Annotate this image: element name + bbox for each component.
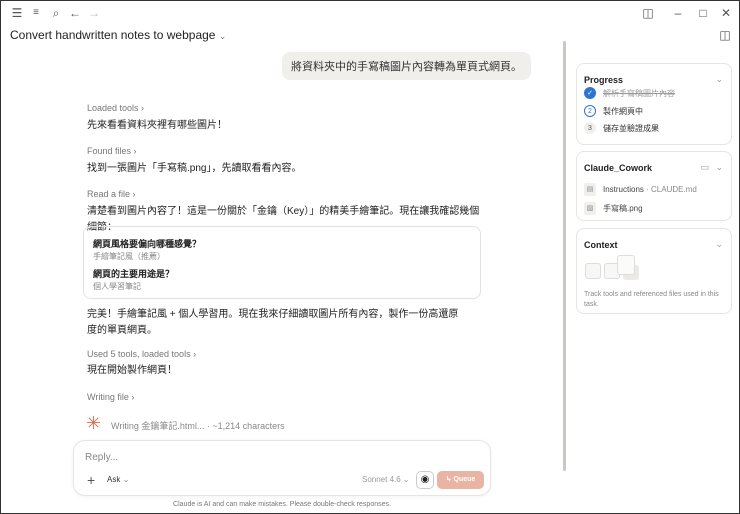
composer: Reply... + Ask ⌄ Sonnet 4.6 ⌄ ◉ ↳ Queue [73, 440, 491, 496]
writing-status: Writing 金鑰筆記.html... · ~1,214 characters [111, 421, 285, 431]
maximize-icon[interactable]: □ [696, 6, 710, 20]
folder-title: Claude_Cowork [584, 163, 653, 173]
chevron-down-icon[interactable]: ⌄ [715, 162, 723, 173]
step-label[interactable]: Loaded tools › [87, 103, 144, 113]
writing-chars: ~1,214 characters [212, 421, 285, 431]
step-number: 2 [584, 105, 596, 117]
step-label-text: Read a file [87, 189, 131, 199]
add-icon[interactable]: + [87, 472, 95, 488]
question: 網頁風格要偏向哪種感覺？ [93, 239, 202, 249]
step-label-text: Writing file [87, 392, 129, 402]
panel-toggle-icon[interactable]: ◫ [718, 28, 732, 42]
reply-input[interactable]: Reply... [85, 452, 118, 463]
back-icon[interactable]: ← [68, 6, 82, 20]
conversation-title[interactable]: Convert handwritten notes to webpage ⌄ [10, 28, 226, 42]
assistant-text: 完美！手繪筆記風 + 個人學習用。現在我來仔細讀取圖片所有內容，製作一份高還原度… [87, 309, 459, 336]
model-select[interactable]: Sonnet 4.6 ⌄ [362, 475, 410, 484]
context-card: Context ⌄ Track tools and referenced fil… [576, 228, 732, 314]
progress-title: Progress [584, 75, 624, 85]
answer: 手繪筆記風（推薦） [93, 252, 165, 261]
writing-file: Writing 金鑰筆記.html... [111, 421, 205, 431]
assistant-text: 現在開始製作網頁！ [87, 365, 177, 376]
menu-icon[interactable]: ☰ [10, 6, 24, 20]
model-label: Sonnet 4.6 [362, 475, 401, 484]
disclaimer: Claude is AI and can make mistakes. Plea… [173, 501, 391, 508]
queue-button[interactable]: ↳ Queue [437, 471, 484, 489]
mode-label: Ask [107, 475, 121, 484]
file-name: Instructions [603, 185, 644, 194]
step-label-text: Used 5 tools, loaded tools [87, 349, 191, 359]
chevron-down-icon: ⌄ [218, 31, 227, 41]
chevron-down-icon: ⌄ [122, 475, 130, 484]
user-message: 將資料夾中的手寫稿圖片內容轉為單頁式網頁。 [282, 52, 531, 80]
chevron-down-icon[interactable]: ⌄ [715, 239, 723, 250]
title-text: Convert handwritten notes to webpage [10, 28, 216, 42]
answer: 個人學習筆記 [93, 282, 141, 291]
assistant-text: 找到一張圖片「手寫稿.png」，先讀取看看內容。 [87, 163, 302, 174]
context-title: Context [584, 240, 618, 250]
chevron-down-icon[interactable]: ⌄ [715, 74, 723, 85]
step-label[interactable]: Found files › [87, 146, 137, 156]
sidebar-toggle-icon[interactable]: ◫ [641, 6, 655, 20]
context-description: Track tools and referenced files used in… [584, 291, 719, 308]
question: 網頁的主要用途是？ [93, 269, 175, 279]
forward-icon[interactable]: → [87, 6, 101, 20]
record-button[interactable]: ◉ [416, 471, 434, 489]
progress-item: 儲存並驗證成果 [603, 123, 659, 133]
file-item[interactable]: ▤ Instructions · CLAUDE.md [584, 183, 697, 196]
step-label[interactable]: Used 5 tools, loaded tools › [87, 349, 196, 359]
sort-icon[interactable]: ≡ [29, 6, 43, 20]
context-illustration-icon [585, 255, 641, 281]
step-label-text: Found files [87, 146, 132, 156]
assistant-text: 先來看看資料夾裡有哪些圖片！ [87, 120, 227, 131]
scrollbar[interactable] [563, 41, 566, 471]
file-item[interactable]: ▨ 手寫稿.png [584, 202, 643, 215]
folder-icon[interactable]: ▭ [700, 162, 709, 173]
file-icon: ▤ [584, 183, 596, 196]
step-label[interactable]: Read a file › [87, 189, 136, 199]
step-label[interactable]: Writing file › [87, 392, 134, 402]
progress-item: 製作網頁中 [603, 106, 643, 116]
step-number: 3 [584, 122, 596, 134]
file-suffix: · CLAUDE.md [643, 185, 697, 194]
search-icon[interactable]: ⌕ [49, 6, 63, 20]
check-icon: ✓ [584, 87, 596, 99]
questions-card: 網頁風格要偏向哪種感覺？ 手繪筆記風（推薦） 網頁的主要用途是？ 個人學習筆記 [83, 226, 481, 299]
file-name: 手寫稿.png [603, 204, 643, 213]
progress-item: 解析手寫稿圖片內容 [603, 88, 675, 98]
queue-label: Queue [453, 476, 476, 483]
step-label-text: Loaded tools [87, 103, 139, 113]
folder-card: Claude_Cowork ▭ ⌄ ▤ Instructions · CLAUDE… [576, 151, 732, 221]
image-file-icon: ▨ [584, 202, 596, 215]
close-icon[interactable]: ✕ [719, 6, 733, 20]
mode-select[interactable]: Ask ⌄ [107, 475, 129, 484]
progress-card: Progress ⌄ ✓ 解析手寫稿圖片內容 2 製作網頁中 3 儲存並驗證成果 [576, 63, 732, 145]
minimize-icon[interactable]: – [671, 6, 685, 20]
claude-spinner-icon: ✳ [86, 413, 102, 433]
